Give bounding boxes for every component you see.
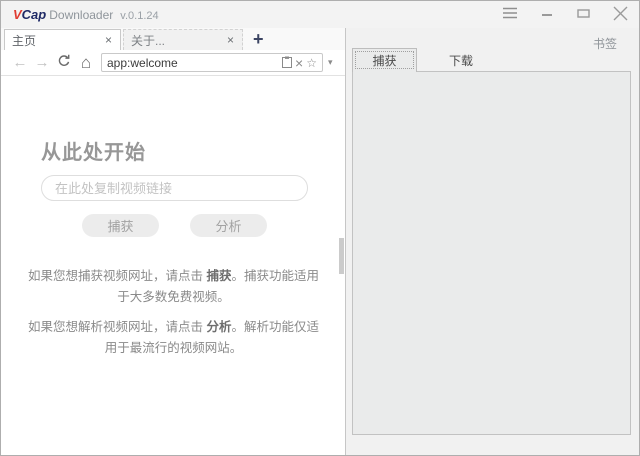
browser-tab-strip: 主页 × 关于... × +	[1, 28, 345, 50]
capture-button[interactable]: 捕获	[82, 214, 159, 237]
title-bar: V Cap Downloader v.0.1.24	[1, 1, 639, 28]
logo-v: V	[13, 7, 22, 22]
paste-icon[interactable]	[282, 56, 292, 70]
window-body: 主页 × 关于... × + ← → ⌂ × ☆	[1, 28, 639, 455]
logo-name: Downloader	[49, 8, 113, 22]
tab-about-label: 关于...	[131, 32, 226, 49]
tab-home[interactable]: 主页 ×	[4, 29, 121, 50]
star-icon[interactable]: ☆	[306, 57, 317, 69]
analyze-help-paragraph: 如果您想解析视频网址，请点击 分析。解析功能仅适用于最流行的视频网站。	[23, 317, 324, 359]
navigation-bar: ← → ⌂ × ☆ ▾	[1, 50, 345, 76]
hamburger-icon	[502, 6, 518, 23]
back-icon[interactable]: ←	[9, 55, 31, 71]
home-icon[interactable]: ⌂	[75, 55, 97, 71]
minimize-button[interactable]	[528, 1, 565, 28]
tab-home-label: 主页	[12, 32, 104, 49]
capture-list-area	[352, 71, 631, 435]
video-link-input[interactable]	[41, 175, 308, 201]
app-logo: V Cap Downloader v.0.1.24	[13, 7, 159, 22]
minimize-icon	[541, 7, 553, 22]
new-tab-button[interactable]: +	[253, 30, 264, 48]
panel-tab-download[interactable]: 下载	[417, 48, 505, 72]
url-input[interactable]	[107, 56, 279, 70]
browser-pane: 主页 × 关于... × + ← → ⌂ × ☆	[1, 28, 346, 455]
logo-cap: Cap	[22, 7, 47, 22]
app-version: v.0.1.24	[120, 10, 158, 22]
analyze-button[interactable]: 分析	[190, 214, 267, 237]
welcome-page: 从此处开始 捕获 分析 如果您想捕获视频网址，请点击 捕获。捕获功能适用于大多数…	[1, 76, 345, 455]
close-icon	[612, 5, 629, 25]
tab-about[interactable]: 关于... ×	[123, 29, 243, 50]
tab-close-icon[interactable]: ×	[226, 34, 235, 46]
refresh-icon[interactable]	[53, 54, 75, 72]
clear-url-icon[interactable]: ×	[295, 57, 303, 69]
bookmarks-link[interactable]: 书签	[593, 35, 617, 52]
capture-help-paragraph: 如果您想捕获视频网址，请点击 捕获。捕获功能适用于大多数免费视频。	[23, 266, 324, 308]
page-title: 从此处开始	[41, 136, 146, 165]
maximize-icon	[577, 7, 590, 22]
action-buttons: 捕获 分析	[41, 214, 308, 237]
app-window: V Cap Downloader v.0.1.24 主页	[0, 0, 640, 456]
window-controls	[491, 1, 639, 28]
help-text: 如果您想捕获视频网址，请点击 捕获。捕获功能适用于大多数免费视频。 如果您想解析…	[23, 266, 324, 368]
menu-button[interactable]	[491, 1, 528, 28]
forward-icon[interactable]: →	[31, 55, 53, 71]
maximize-button[interactable]	[565, 1, 602, 28]
panel-tab-capture[interactable]: 捕获	[352, 48, 417, 72]
tab-close-icon[interactable]: ×	[104, 34, 113, 46]
capture-pane: 书签 捕获 下载	[346, 28, 639, 455]
url-dropdown-icon[interactable]: ▾	[328, 57, 333, 68]
close-button[interactable]	[602, 1, 639, 28]
address-bar[interactable]: × ☆	[101, 53, 323, 72]
scrollbar-thumb[interactable]	[339, 238, 344, 274]
